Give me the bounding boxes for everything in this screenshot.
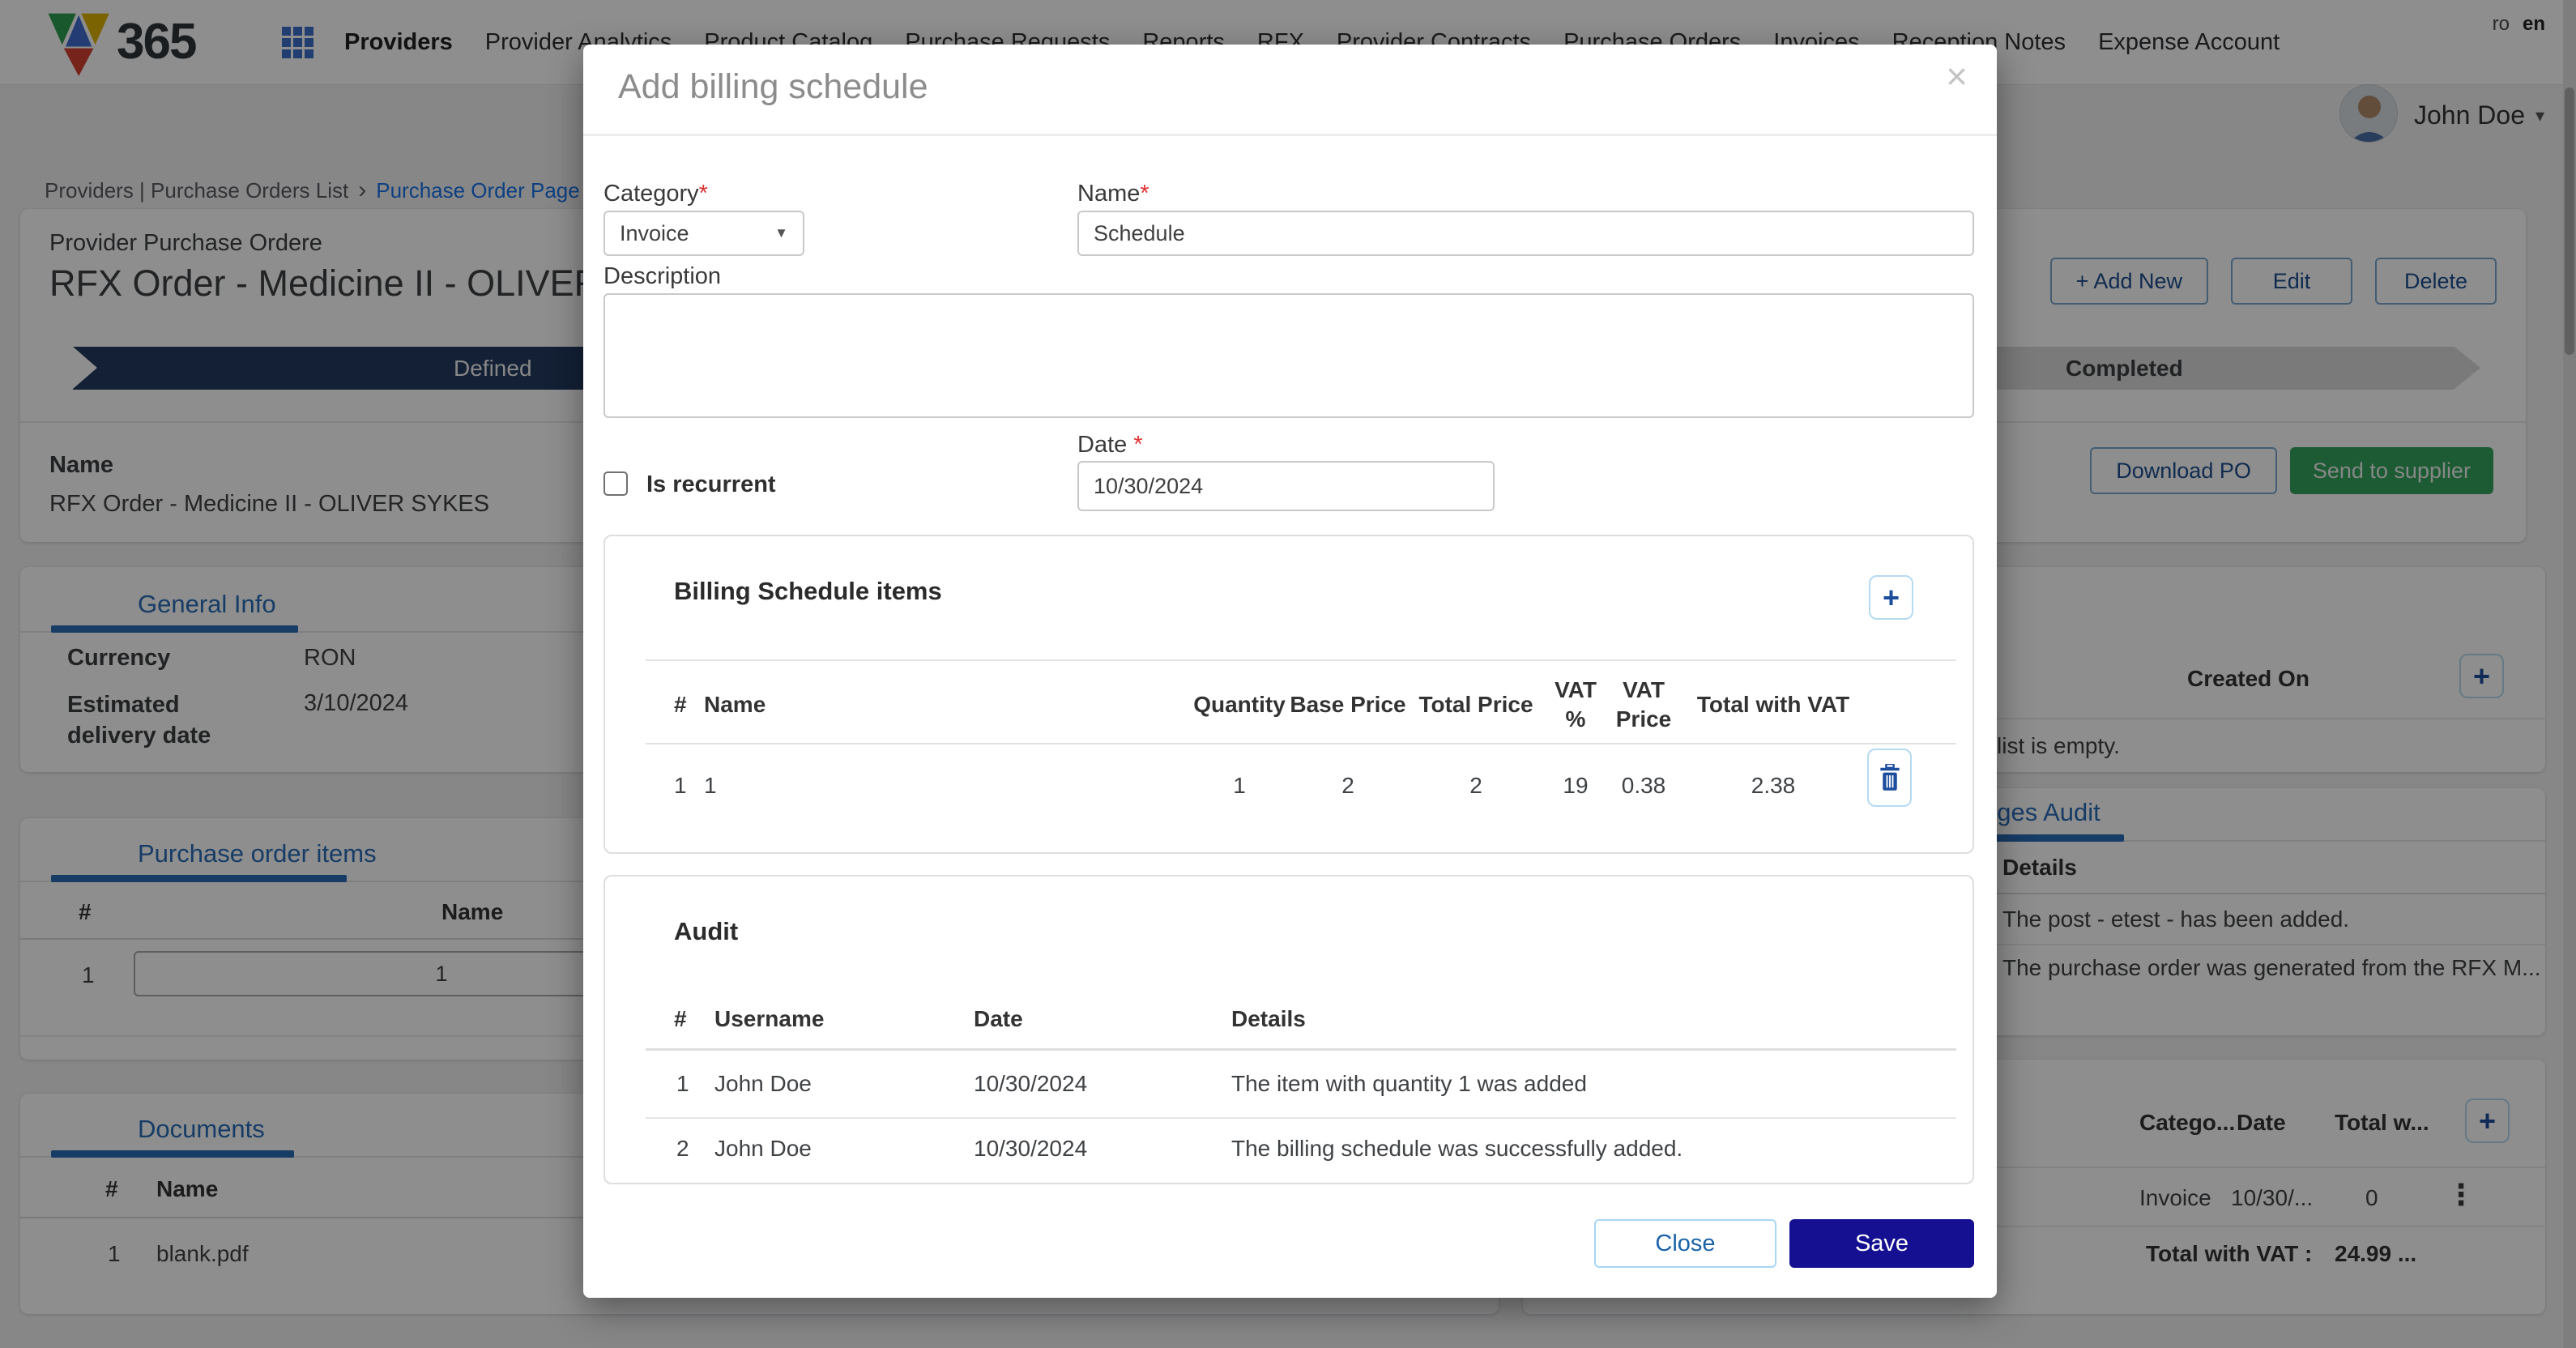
- trash-icon: [1879, 764, 1901, 791]
- audit-row-number: 2: [676, 1136, 689, 1162]
- audit-row-date: 10/30/2024: [974, 1071, 1087, 1097]
- plus-icon: +: [1883, 583, 1900, 612]
- add-billing-schedule-modal: Add billing schedule × Category* Invoice…: [583, 45, 1997, 1298]
- items-col-vat-price: VAT Price: [1611, 676, 1676, 735]
- audit-col-num: #: [674, 1006, 687, 1032]
- item-row-name: 1: [704, 773, 717, 799]
- category-selected-value: Invoice: [620, 221, 689, 246]
- name-input[interactable]: [1077, 211, 1974, 256]
- items-col-name: Name: [704, 692, 766, 718]
- add-billing-item-button[interactable]: +: [1869, 575, 1913, 620]
- item-row-base-price: 2: [1341, 773, 1354, 799]
- items-col-quantity: Quantity: [1193, 692, 1286, 718]
- item-row-vat-price: 0.38: [1622, 773, 1666, 799]
- billing-items-panel: Billing Schedule items + # Name Quantity…: [603, 535, 1974, 854]
- audit-row-details: The billing schedule was successfully ad…: [1231, 1136, 1683, 1162]
- chevron-down-icon: ▼: [774, 225, 788, 241]
- name-label: Name*: [1077, 181, 1149, 207]
- description-label: Description: [603, 263, 721, 290]
- items-col-total-with-vat: Total with VAT: [1697, 692, 1849, 718]
- audit-col-date: Date: [974, 1006, 1023, 1032]
- is-recurrent-checkbox[interactable]: [603, 471, 628, 496]
- item-row-vat-pct: 19: [1563, 773, 1588, 799]
- audit-row-username: John Doe: [714, 1071, 812, 1097]
- billing-items-title: Billing Schedule items: [674, 577, 942, 606]
- required-asterisk: *: [1140, 181, 1149, 207]
- modal-title: Add billing schedule: [618, 67, 928, 107]
- save-button[interactable]: Save: [1789, 1219, 1974, 1268]
- audit-col-username: Username: [714, 1006, 824, 1032]
- items-col-total-price: Total Price: [1418, 692, 1533, 718]
- required-asterisk: *: [699, 181, 708, 207]
- date-input[interactable]: [1077, 461, 1495, 511]
- items-col-base-price: Base Price: [1290, 692, 1405, 718]
- is-recurrent-label: Is recurrent: [646, 471, 776, 498]
- item-row-total-price: 2: [1469, 773, 1482, 799]
- close-icon[interactable]: ×: [1946, 58, 1968, 95]
- audit-row-date: 10/30/2024: [974, 1136, 1087, 1162]
- close-button[interactable]: Close: [1594, 1219, 1776, 1268]
- application-window: 365 Providers Provider Analytics Product…: [0, 0, 2576, 1348]
- audit-row-username: John Doe: [714, 1136, 812, 1162]
- item-row-quantity: 1: [1233, 773, 1246, 799]
- audit-row-number: 1: [676, 1071, 689, 1097]
- items-col-num: #: [674, 692, 687, 718]
- category-select[interactable]: Invoice ▼: [603, 211, 804, 256]
- audit-col-details: Details: [1231, 1006, 1306, 1032]
- date-label: Date *: [1077, 432, 1143, 459]
- category-label: Category*: [603, 181, 708, 207]
- audit-panel: Audit # Username Date Details 1 John Doe…: [603, 875, 1974, 1184]
- items-col-vat-pct: VAT %: [1550, 676, 1601, 735]
- description-textarea[interactable]: [603, 293, 1974, 418]
- delete-item-button[interactable]: [1867, 749, 1912, 807]
- audit-title: Audit: [674, 917, 738, 946]
- item-row-number: 1: [674, 773, 687, 799]
- required-asterisk: *: [1133, 432, 1142, 458]
- item-row-total-with-vat: 2.38: [1751, 773, 1796, 799]
- audit-row-details: The item with quantity 1 was added: [1231, 1071, 1587, 1097]
